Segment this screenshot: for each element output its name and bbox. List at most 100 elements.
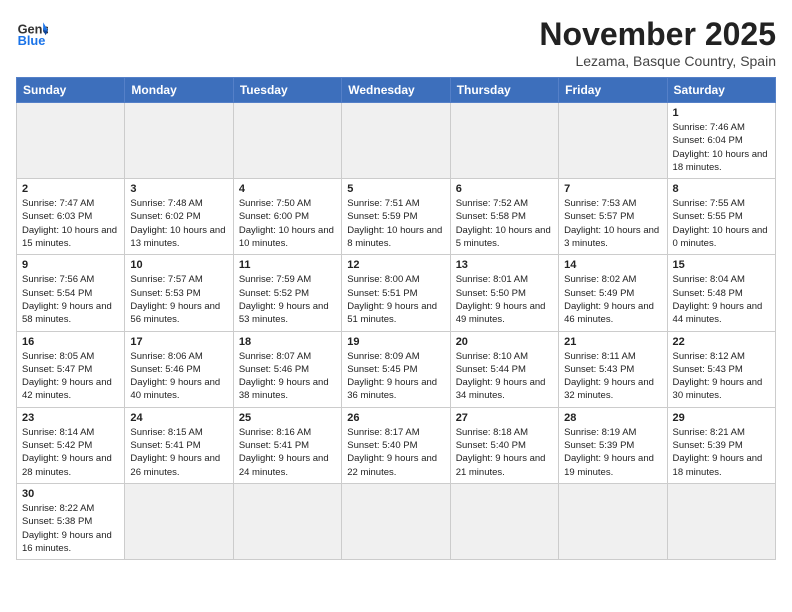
calendar-cell: 20 Sunrise: 8:10 AM Sunset: 5:44 PM Dayli… — [450, 331, 558, 407]
calendar-cell — [233, 483, 341, 559]
week-row-1: 1Sunrise: 7:46 AM Sunset: 6:04 PM Daylig… — [17, 103, 776, 179]
day-number: 29 — [673, 412, 770, 424]
calendar-cell: 28Sunrise: 8:19 AM Sunset: 5:39 PM Dayli… — [559, 407, 667, 483]
day-info: Sunrise: 8:17 AM Sunset: 5:40 PM Dayligh… — [347, 426, 444, 479]
calendar-cell: 26Sunrise: 8:17 AM Sunset: 5:40 PM Dayli… — [342, 407, 450, 483]
day-number: 6 — [456, 183, 553, 195]
day-info: Sunrise: 8:18 AM Sunset: 5:40 PM Dayligh… — [456, 426, 553, 479]
day-number: 24 — [130, 412, 227, 424]
calendar-cell: 18Sunrise: 8:07 AM Sunset: 5:46 PM Dayli… — [233, 331, 341, 407]
day-number: 8 — [673, 183, 770, 195]
day-number: 20 — [456, 336, 553, 348]
calendar-cell: 17Sunrise: 8:06 AM Sunset: 5:46 PM Dayli… — [125, 331, 233, 407]
day-number: 19 — [347, 336, 444, 348]
calendar-cell: 11Sunrise: 7:59 AM Sunset: 5:52 PM Dayli… — [233, 255, 341, 331]
day-info: Sunrise: 8:00 AM Sunset: 5:51 PM Dayligh… — [347, 273, 444, 326]
day-info: Sunrise: 7:55 AM Sunset: 5:55 PM Dayligh… — [673, 197, 770, 250]
calendar-cell — [559, 483, 667, 559]
calendar-cell: 21 Sunrise: 8:11 AM Sunset: 5:43 PM Dayli… — [559, 331, 667, 407]
calendar-cell — [342, 103, 450, 179]
calendar-cell: 27 Sunrise: 8:18 AM Sunset: 5:40 PM Dayli… — [450, 407, 558, 483]
day-info: Sunrise: 8:12 AM Sunset: 5:43 PM Dayligh… — [673, 350, 770, 403]
day-info: Sunrise: 7:57 AM Sunset: 5:53 PM Dayligh… — [130, 273, 227, 326]
weekday-header-thursday: Thursday — [450, 78, 558, 103]
day-number: 14 — [564, 259, 661, 271]
calendar-cell: 6 Sunrise: 7:52 AM Sunset: 5:58 PM Daylig… — [450, 179, 558, 255]
calendar-cell — [450, 483, 558, 559]
day-number: 2 — [22, 183, 119, 195]
week-row-2: 2 Sunrise: 7:47 AM Sunset: 6:03 PM Daylig… — [17, 179, 776, 255]
calendar-cell: 19 Sunrise: 8:09 AM Sunset: 5:45 PM Dayli… — [342, 331, 450, 407]
calendar-cell: 16 Sunrise: 8:05 AM Sunset: 5:47 PM Dayli… — [17, 331, 125, 407]
calendar-cell: 9 Sunrise: 7:56 AM Sunset: 5:54 PM Daylig… — [17, 255, 125, 331]
calendar-cell — [17, 103, 125, 179]
day-info: Sunrise: 7:51 AM Sunset: 5:59 PM Dayligh… — [347, 197, 444, 250]
day-info: Sunrise: 8:14 AM Sunset: 5:42 PM Dayligh… — [22, 426, 119, 479]
day-info: Sunrise: 7:50 AM Sunset: 6:00 PM Dayligh… — [239, 197, 336, 250]
weekday-header-saturday: Saturday — [667, 78, 775, 103]
day-info: Sunrise: 8:19 AM Sunset: 5:39 PM Dayligh… — [564, 426, 661, 479]
weekday-header-sunday: Sunday — [17, 78, 125, 103]
day-number: 4 — [239, 183, 336, 195]
day-number: 23 — [22, 412, 119, 424]
calendar-cell: 23 Sunrise: 8:14 AM Sunset: 5:42 PM Dayli… — [17, 407, 125, 483]
week-row-6: 30Sunrise: 8:22 AM Sunset: 5:38 PM Dayli… — [17, 483, 776, 559]
day-number: 21 — [564, 336, 661, 348]
calendar-cell: 30Sunrise: 8:22 AM Sunset: 5:38 PM Dayli… — [17, 483, 125, 559]
day-info: Sunrise: 8:11 AM Sunset: 5:43 PM Dayligh… — [564, 350, 661, 403]
week-row-5: 23 Sunrise: 8:14 AM Sunset: 5:42 PM Dayli… — [17, 407, 776, 483]
page-header: General Blue November 2025 Lezama, Basqu… — [16, 16, 776, 69]
svg-text:Blue: Blue — [18, 33, 46, 48]
calendar-cell: 22 Sunrise: 8:12 AM Sunset: 5:43 PM Dayli… — [667, 331, 775, 407]
weekday-header-wednesday: Wednesday — [342, 78, 450, 103]
day-info: Sunrise: 8:09 AM Sunset: 5:45 PM Dayligh… — [347, 350, 444, 403]
day-info: Sunrise: 8:01 AM Sunset: 5:50 PM Dayligh… — [456, 273, 553, 326]
calendar-cell: 12Sunrise: 8:00 AM Sunset: 5:51 PM Dayli… — [342, 255, 450, 331]
week-row-3: 9 Sunrise: 7:56 AM Sunset: 5:54 PM Daylig… — [17, 255, 776, 331]
day-info: Sunrise: 8:05 AM Sunset: 5:47 PM Dayligh… — [22, 350, 119, 403]
calendar-cell: 25Sunrise: 8:16 AM Sunset: 5:41 PM Dayli… — [233, 407, 341, 483]
calendar-cell: 1Sunrise: 7:46 AM Sunset: 6:04 PM Daylig… — [667, 103, 775, 179]
day-info: Sunrise: 7:56 AM Sunset: 5:54 PM Dayligh… — [22, 273, 119, 326]
calendar-cell — [125, 483, 233, 559]
day-number: 10 — [130, 259, 227, 271]
calendar-table: SundayMondayTuesdayWednesdayThursdayFrid… — [16, 77, 776, 560]
calendar-cell: 15 Sunrise: 8:04 AM Sunset: 5:48 PM Dayli… — [667, 255, 775, 331]
calendar-cell: 4 Sunrise: 7:50 AM Sunset: 6:00 PM Daylig… — [233, 179, 341, 255]
day-info: Sunrise: 8:22 AM Sunset: 5:38 PM Dayligh… — [22, 502, 119, 555]
week-row-4: 16 Sunrise: 8:05 AM Sunset: 5:47 PM Dayli… — [17, 331, 776, 407]
day-info: Sunrise: 7:52 AM Sunset: 5:58 PM Dayligh… — [456, 197, 553, 250]
logo-icon: General Blue — [16, 16, 48, 48]
day-info: Sunrise: 7:47 AM Sunset: 6:03 PM Dayligh… — [22, 197, 119, 250]
calendar-cell: 7 Sunrise: 7:53 AM Sunset: 5:57 PM Daylig… — [559, 179, 667, 255]
day-number: 22 — [673, 336, 770, 348]
day-info: Sunrise: 8:06 AM Sunset: 5:46 PM Dayligh… — [130, 350, 227, 403]
day-number: 15 — [673, 259, 770, 271]
day-number: 9 — [22, 259, 119, 271]
day-info: Sunrise: 8:10 AM Sunset: 5:44 PM Dayligh… — [456, 350, 553, 403]
location: Lezama, Basque Country, Spain — [539, 53, 776, 69]
weekday-header-row: SundayMondayTuesdayWednesdayThursdayFrid… — [17, 78, 776, 103]
day-number: 3 — [130, 183, 227, 195]
calendar-cell — [342, 483, 450, 559]
weekday-header-tuesday: Tuesday — [233, 78, 341, 103]
calendar-cell — [125, 103, 233, 179]
calendar-cell — [667, 483, 775, 559]
day-info: Sunrise: 7:59 AM Sunset: 5:52 PM Dayligh… — [239, 273, 336, 326]
calendar-cell — [233, 103, 341, 179]
day-number: 5 — [347, 183, 444, 195]
day-number: 7 — [564, 183, 661, 195]
day-info: Sunrise: 7:53 AM Sunset: 5:57 PM Dayligh… — [564, 197, 661, 250]
day-number: 27 — [456, 412, 553, 424]
logo: General Blue — [16, 16, 48, 48]
day-info: Sunrise: 8:04 AM Sunset: 5:48 PM Dayligh… — [673, 273, 770, 326]
day-number: 25 — [239, 412, 336, 424]
calendar-cell — [450, 103, 558, 179]
day-number: 16 — [22, 336, 119, 348]
day-info: Sunrise: 8:02 AM Sunset: 5:49 PM Dayligh… — [564, 273, 661, 326]
calendar-cell: 29Sunrise: 8:21 AM Sunset: 5:39 PM Dayli… — [667, 407, 775, 483]
month-title: November 2025 — [539, 16, 776, 53]
title-block: November 2025 Lezama, Basque Country, Sp… — [539, 16, 776, 69]
weekday-header-monday: Monday — [125, 78, 233, 103]
day-number: 18 — [239, 336, 336, 348]
